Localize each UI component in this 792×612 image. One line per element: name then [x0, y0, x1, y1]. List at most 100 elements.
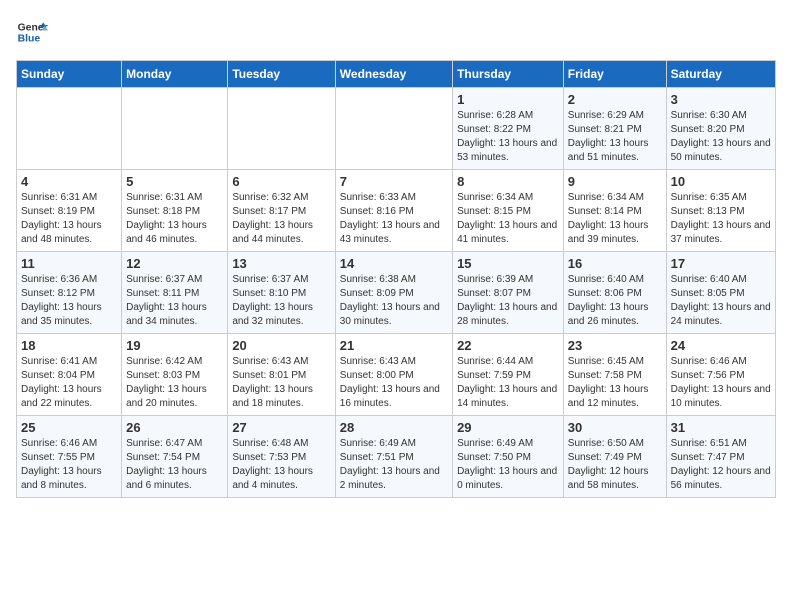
calendar-cell: 7 Sunrise: 6:33 AM Sunset: 8:16 PM Daylig… [335, 170, 452, 252]
calendar-cell: 18Sunrise: 6:41 AM Sunset: 8:04 PM Dayli… [17, 334, 122, 416]
day-number: 7 [340, 174, 448, 189]
calendar-cell: 24 Sunrise: 6:46 AM Sunset: 7:56 PM Dayli… [666, 334, 775, 416]
day-number: 11 [21, 256, 117, 271]
calendar-cell: 10 Sunrise: 6:35 AM Sunset: 8:13 PM Dayli… [666, 170, 775, 252]
calendar-cell: 28Sunrise: 6:49 AM Sunset: 7:51 PM Dayli… [335, 416, 452, 498]
calendar-cell: 30Sunrise: 6:50 AM Sunset: 7:49 PM Dayli… [563, 416, 666, 498]
day-number: 21 [340, 338, 448, 353]
cell-info: Sunrise: 6:43 AM Sunset: 8:01 PM Dayligh… [232, 355, 330, 411]
day-number: 24 [671, 338, 771, 353]
page-header: General Blue [16, 16, 776, 48]
calendar-cell [228, 88, 335, 170]
weekday-header: Friday [563, 61, 666, 88]
calendar-cell: 11 Sunrise: 6:36 AM Sunset: 8:12 PM Dayli… [17, 252, 122, 334]
cell-info: Sunrise: 6:47 AM Sunset: 7:54 PM Dayligh… [126, 437, 223, 493]
day-number: 15 [457, 256, 559, 271]
day-number: 13 [232, 256, 330, 271]
logo-icon: General Blue [16, 16, 48, 48]
calendar-body: 1 Sunrise: 6:28 AM Sunset: 8:22 PM Daylig… [17, 88, 776, 498]
calendar-cell: 5 Sunrise: 6:31 AM Sunset: 8:18 PM Daylig… [122, 170, 228, 252]
day-number: 5 [126, 174, 223, 189]
calendar-cell: 12Sunrise: 6:37 AM Sunset: 8:11 PM Dayli… [122, 252, 228, 334]
day-number: 31 [671, 420, 771, 435]
calendar-week-row: 1 Sunrise: 6:28 AM Sunset: 8:22 PM Daylig… [17, 88, 776, 170]
calendar-cell: 29 Sunrise: 6:49 AM Sunset: 7:50 PM Dayli… [453, 416, 564, 498]
day-number: 28 [340, 420, 448, 435]
cell-info: Sunrise: 6:46 AM Sunset: 7:56 PM Dayligh… [671, 355, 771, 411]
day-number: 27 [232, 420, 330, 435]
calendar-cell: 27 Sunrise: 6:48 AM Sunset: 7:53 PM Dayli… [228, 416, 335, 498]
cell-info: Sunrise: 6:33 AM Sunset: 8:16 PM Dayligh… [340, 191, 448, 247]
cell-info: Sunrise: 6:39 AM Sunset: 8:07 PM Dayligh… [457, 273, 559, 329]
calendar-cell: 31 Sunrise: 6:51 AM Sunset: 7:47 PM Dayli… [666, 416, 775, 498]
calendar-week-row: 4 Sunrise: 6:31 AM Sunset: 8:19 PM Daylig… [17, 170, 776, 252]
calendar-header-row: SundayMondayTuesdayWednesdayThursdayFrid… [17, 61, 776, 88]
weekday-header: Sunday [17, 61, 122, 88]
day-number: 25 [21, 420, 117, 435]
calendar-cell [335, 88, 452, 170]
calendar-cell: 25 Sunrise: 6:46 AM Sunset: 7:55 PM Dayli… [17, 416, 122, 498]
day-number: 14 [340, 256, 448, 271]
calendar-cell [17, 88, 122, 170]
cell-info: Sunrise: 6:36 AM Sunset: 8:12 PM Dayligh… [21, 273, 117, 329]
calendar-cell: 2 Sunrise: 6:29 AM Sunset: 8:21 PM Daylig… [563, 88, 666, 170]
cell-info: Sunrise: 6:48 AM Sunset: 7:53 PM Dayligh… [232, 437, 330, 493]
day-number: 26 [126, 420, 223, 435]
calendar-cell: 21 Sunrise: 6:43 AM Sunset: 8:00 PM Dayli… [335, 334, 452, 416]
cell-info: Sunrise: 6:34 AM Sunset: 8:14 PM Dayligh… [568, 191, 662, 247]
calendar-cell: 16 Sunrise: 6:40 AM Sunset: 8:06 PM Dayli… [563, 252, 666, 334]
day-number: 2 [568, 92, 662, 107]
day-number: 4 [21, 174, 117, 189]
calendar-cell: 8 Sunrise: 6:34 AM Sunset: 8:15 PM Daylig… [453, 170, 564, 252]
cell-info: Sunrise: 6:37 AM Sunset: 8:10 PM Dayligh… [232, 273, 330, 329]
calendar-cell: 1 Sunrise: 6:28 AM Sunset: 8:22 PM Daylig… [453, 88, 564, 170]
day-number: 6 [232, 174, 330, 189]
cell-info: Sunrise: 6:37 AM Sunset: 8:11 PM Dayligh… [126, 273, 223, 329]
cell-info: Sunrise: 6:44 AM Sunset: 7:59 PM Dayligh… [457, 355, 559, 411]
weekday-header: Saturday [666, 61, 775, 88]
day-number: 8 [457, 174, 559, 189]
calendar-cell: 22Sunrise: 6:44 AM Sunset: 7:59 PM Dayli… [453, 334, 564, 416]
svg-text:Blue: Blue [18, 34, 41, 45]
day-number: 1 [457, 92, 559, 107]
cell-info: Sunrise: 6:34 AM Sunset: 8:15 PM Dayligh… [457, 191, 559, 247]
cell-info: Sunrise: 6:46 AM Sunset: 7:55 PM Dayligh… [21, 437, 117, 493]
weekday-header: Monday [122, 61, 228, 88]
cell-info: Sunrise: 6:45 AM Sunset: 7:58 PM Dayligh… [568, 355, 662, 411]
weekday-header: Tuesday [228, 61, 335, 88]
day-number: 29 [457, 420, 559, 435]
day-number: 9 [568, 174, 662, 189]
cell-info: Sunrise: 6:51 AM Sunset: 7:47 PM Dayligh… [671, 437, 771, 493]
calendar-cell: 26 Sunrise: 6:47 AM Sunset: 7:54 PM Dayli… [122, 416, 228, 498]
calendar-cell: 6Sunrise: 6:32 AM Sunset: 8:17 PM Daylig… [228, 170, 335, 252]
day-number: 17 [671, 256, 771, 271]
calendar-cell: 4 Sunrise: 6:31 AM Sunset: 8:19 PM Daylig… [17, 170, 122, 252]
cell-info: Sunrise: 6:29 AM Sunset: 8:21 PM Dayligh… [568, 109, 662, 165]
cell-info: Sunrise: 6:40 AM Sunset: 8:06 PM Dayligh… [568, 273, 662, 329]
cell-info: Sunrise: 6:31 AM Sunset: 8:19 PM Dayligh… [21, 191, 117, 247]
cell-info: Sunrise: 6:43 AM Sunset: 8:00 PM Dayligh… [340, 355, 448, 411]
day-number: 23 [568, 338, 662, 353]
day-number: 20 [232, 338, 330, 353]
cell-info: Sunrise: 6:31 AM Sunset: 8:18 PM Dayligh… [126, 191, 223, 247]
day-number: 16 [568, 256, 662, 271]
cell-info: Sunrise: 6:42 AM Sunset: 8:03 PM Dayligh… [126, 355, 223, 411]
calendar-cell [122, 88, 228, 170]
cell-info: Sunrise: 6:35 AM Sunset: 8:13 PM Dayligh… [671, 191, 771, 247]
day-number: 3 [671, 92, 771, 107]
cell-info: Sunrise: 6:40 AM Sunset: 8:05 PM Dayligh… [671, 273, 771, 329]
cell-info: Sunrise: 6:38 AM Sunset: 8:09 PM Dayligh… [340, 273, 448, 329]
cell-info: Sunrise: 6:49 AM Sunset: 7:50 PM Dayligh… [457, 437, 559, 493]
weekday-header: Wednesday [335, 61, 452, 88]
cell-info: Sunrise: 6:30 AM Sunset: 8:20 PM Dayligh… [671, 109, 771, 165]
calendar-cell: 3 Sunrise: 6:30 AM Sunset: 8:20 PM Daylig… [666, 88, 775, 170]
calendar-cell: 20 Sunrise: 6:43 AM Sunset: 8:01 PM Dayli… [228, 334, 335, 416]
weekday-header: Thursday [453, 61, 564, 88]
day-number: 10 [671, 174, 771, 189]
calendar-cell: 14 Sunrise: 6:38 AM Sunset: 8:09 PM Dayli… [335, 252, 452, 334]
cell-info: Sunrise: 6:28 AM Sunset: 8:22 PM Dayligh… [457, 109, 559, 165]
day-number: 19 [126, 338, 223, 353]
calendar-cell: 19 Sunrise: 6:42 AM Sunset: 8:03 PM Dayli… [122, 334, 228, 416]
calendar-cell: 23 Sunrise: 6:45 AM Sunset: 7:58 PM Dayli… [563, 334, 666, 416]
calendar-cell: 13 Sunrise: 6:37 AM Sunset: 8:10 PM Dayli… [228, 252, 335, 334]
